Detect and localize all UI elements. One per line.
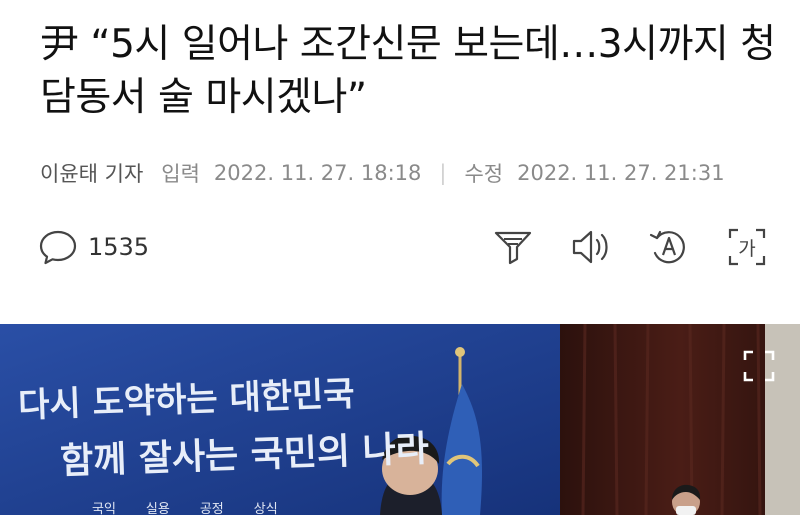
- expand-icon: [743, 350, 775, 382]
- translate-icon: [649, 230, 685, 264]
- summary-button[interactable]: [492, 226, 534, 268]
- banner-value: 상식: [253, 502, 278, 515]
- input-label: 입력: [161, 162, 200, 186]
- comment-count: 1535: [88, 233, 150, 261]
- expand-photo-button[interactable]: [741, 348, 777, 384]
- reporter-name[interactable]: 이윤태 기자: [40, 158, 143, 188]
- article-headline: 尹 “5시 일어나 조간신문 보는데…3시까지 청담동서 술 마시겠나”: [40, 22, 776, 120]
- font-size-glyph: 가: [738, 238, 755, 260]
- translate-button[interactable]: [648, 226, 690, 268]
- read-aloud-button[interactable]: [570, 226, 612, 268]
- article-toolbar: 1535 가: [38, 225, 768, 269]
- banner-value: 공정: [199, 502, 224, 515]
- input-time: 2022. 11. 27. 18:18: [213, 161, 422, 185]
- filter-icon: [494, 231, 532, 265]
- font-size-button[interactable]: 가: [726, 226, 768, 268]
- font-size-icon: 가: [728, 228, 766, 266]
- banner-value: 실용: [145, 502, 170, 515]
- speaker-icon: [572, 230, 608, 264]
- article-photo[interactable]: 다시 도약하는 대한민국 함께 잘사는 국민의 나라 국익 실용 공정 상식: [0, 324, 800, 515]
- banner-value: 국익: [92, 502, 116, 515]
- banner-values: 국익 실용 공정 상식: [92, 498, 308, 515]
- modified-time: 2022. 11. 27. 21:31: [517, 161, 725, 185]
- comment-icon: [39, 230, 77, 265]
- comments-button[interactable]: 1535: [38, 227, 149, 267]
- meta-divider: |: [439, 161, 447, 185]
- article-meta: 이윤태 기자 입력 2022. 11. 27. 18:18 | 수정 2022.…: [40, 158, 725, 188]
- modified-label: 수정: [464, 162, 504, 186]
- article-tools: 가: [456, 226, 768, 268]
